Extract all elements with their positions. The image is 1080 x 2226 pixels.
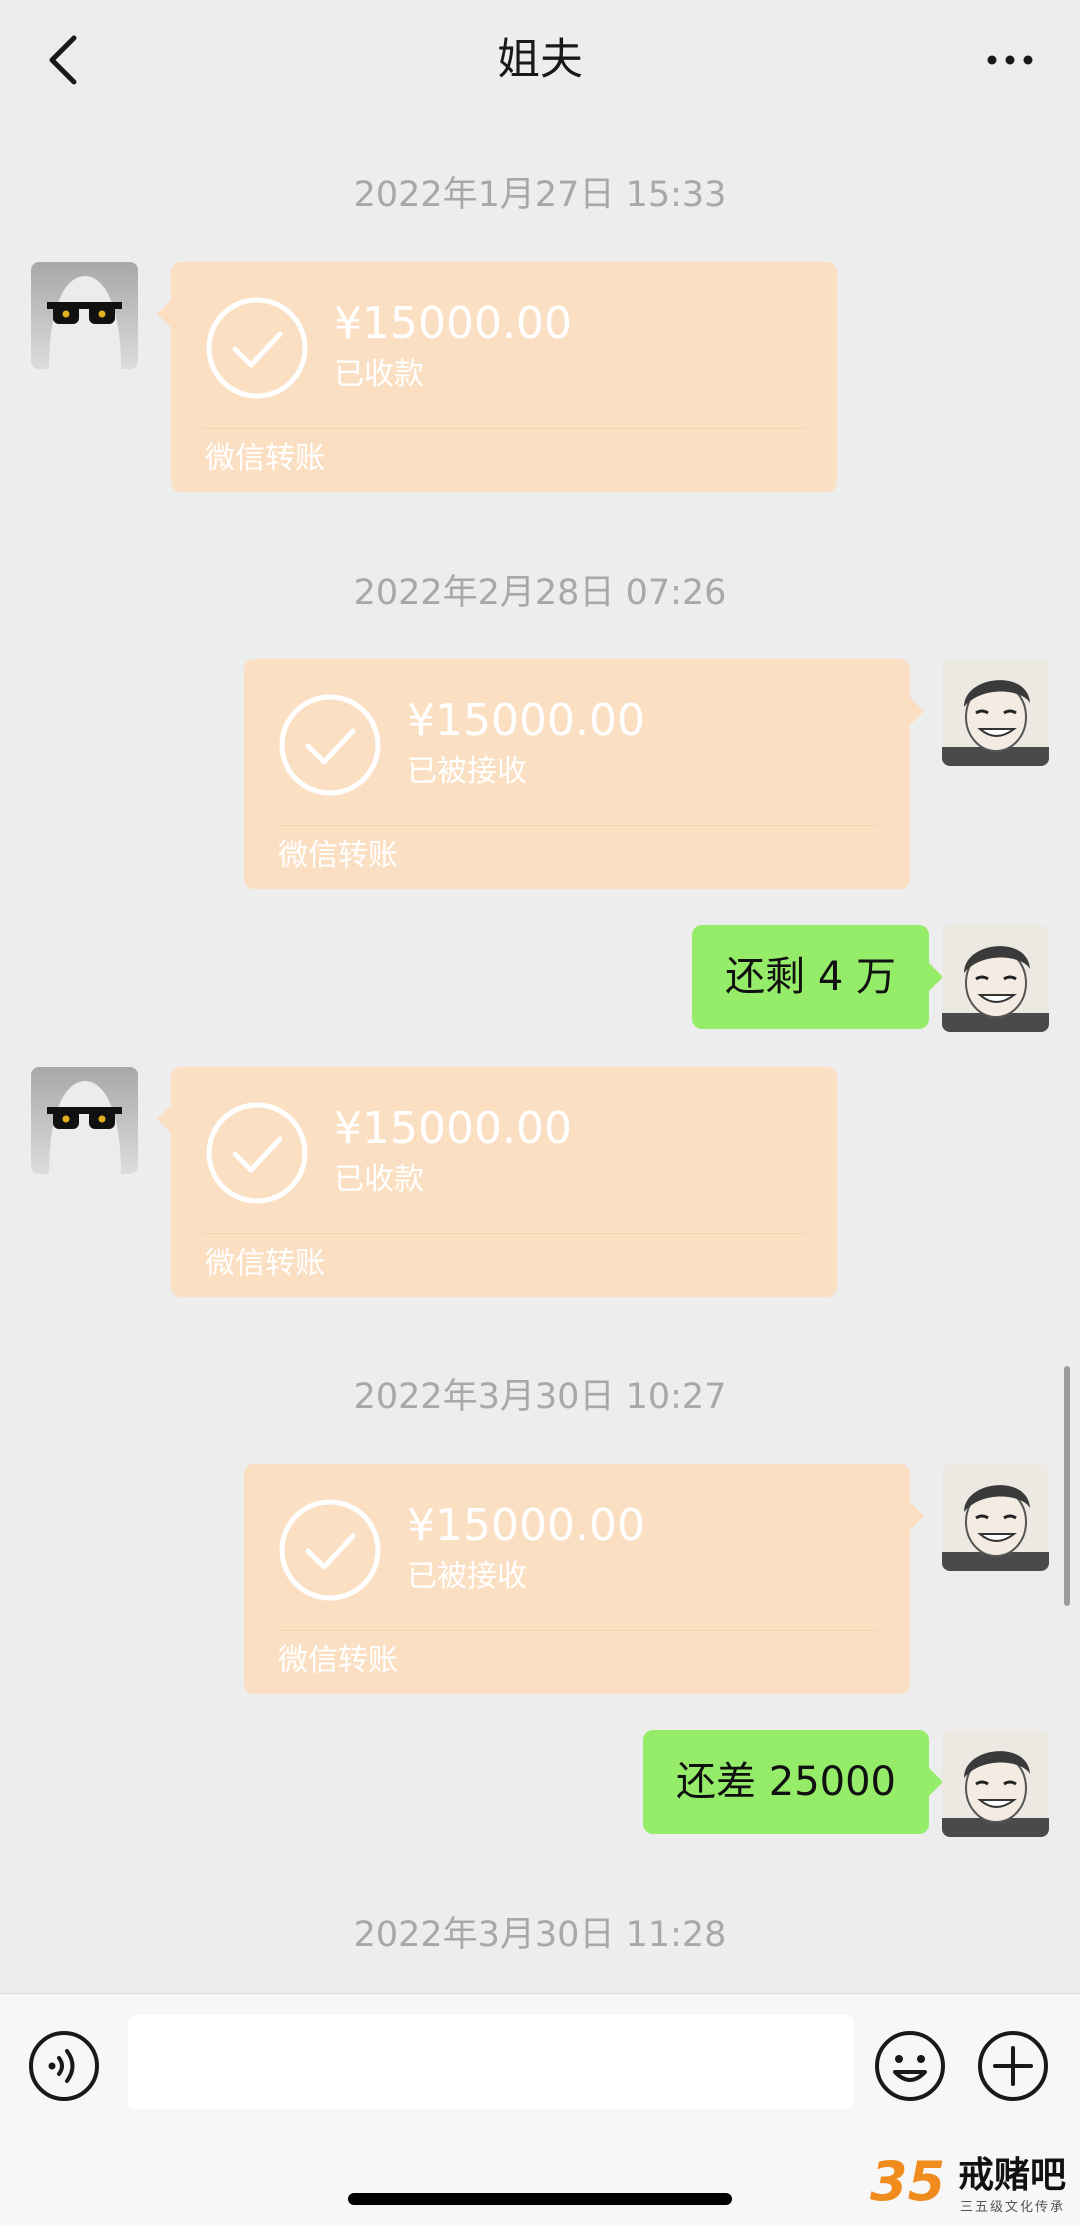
transfer-amount: ¥15000.00: [334, 1103, 572, 1154]
transfer-status: 已被接收: [407, 754, 527, 789]
transfer-card[interactable]: ¥15000.00 已被接收 微信转账: [244, 659, 924, 889]
timestamp: 2022年2月28日 07:26: [353, 573, 727, 613]
transfer-amount: ¥15000.00: [334, 298, 572, 349]
transfer-amount: ¥15000.00: [407, 1500, 645, 1551]
transfer-label: 微信转账: [205, 441, 325, 476]
divider: [203, 428, 805, 429]
transfer-card[interactable]: ¥15000.00 已收款 微信转账: [157, 1067, 837, 1297]
plus-button[interactable]: [977, 2030, 1049, 2102]
timestamp: 2022年3月30日 11:28: [353, 1915, 727, 1955]
emoji-button[interactable]: [874, 2030, 946, 2102]
transfer-amount: ¥15000.00: [407, 695, 645, 746]
my-avatar[interactable]: [942, 659, 1049, 766]
watermark-subtitle: 三五级文化传承: [960, 2200, 1066, 2215]
watermark-number: 35: [870, 2150, 946, 2213]
voice-icon: [29, 2031, 99, 2101]
transfer-status: 已收款: [334, 1162, 424, 1197]
my-avatar[interactable]: [942, 1464, 1049, 1571]
timestamp: 2022年1月27日 15:33: [353, 175, 727, 215]
ghost-sunglasses-icon: [47, 276, 122, 369]
transfer-card[interactable]: ¥15000.00 已被接收 微信转账: [244, 1464, 924, 1694]
divider: [276, 1630, 878, 1631]
chat-title: 姐夫: [497, 35, 583, 85]
my-avatar[interactable]: [942, 1730, 1049, 1837]
transfer-status: 已被接收: [407, 1559, 527, 1594]
watermark-name: 戒赌吧: [958, 2155, 1067, 2196]
scrollbar[interactable]: [1064, 1366, 1070, 1606]
home-indicator[interactable]: [348, 2193, 732, 2205]
message-input[interactable]: [128, 2015, 854, 2109]
check-circle-icon: [206, 297, 308, 399]
text-message[interactable]: 还差 25000: [643, 1730, 943, 1834]
cartoon-man-icon: [942, 1751, 1049, 1837]
cartoon-man-icon: [942, 680, 1049, 766]
transfer-label: 微信转账: [278, 838, 398, 873]
transfer-card[interactable]: ¥15000.00 已收款 微信转账: [157, 262, 837, 492]
more-button[interactable]: [980, 30, 1040, 90]
cartoon-man-icon: [942, 946, 1049, 1032]
contact-avatar[interactable]: [31, 1067, 138, 1174]
ghost-sunglasses-icon: [47, 1081, 122, 1174]
transfer-label: 微信转账: [205, 1246, 325, 1281]
plus-icon: [978, 2031, 1048, 2101]
voice-button[interactable]: [28, 2030, 100, 2102]
check-circle-icon: [206, 1102, 308, 1204]
divider: [276, 825, 878, 826]
divider: [203, 1233, 805, 1234]
check-circle-icon: [279, 694, 381, 796]
contact-avatar[interactable]: [31, 262, 138, 369]
watermark-logo: 35 戒赌吧 三五级文化传承: [870, 2152, 1080, 2225]
my-avatar[interactable]: [942, 925, 1049, 1032]
emoji-icon: [875, 2031, 945, 2101]
top-bar: 姐夫: [0, 0, 1080, 125]
transfer-status: 已收款: [334, 357, 424, 392]
text-message[interactable]: 还剩 4 万: [692, 925, 943, 1029]
transfer-label: 微信转账: [278, 1643, 398, 1678]
timestamp: 2022年3月30日 10:27: [353, 1377, 727, 1417]
more-dots-icon: [987, 55, 1033, 65]
cartoon-man-icon: [942, 1485, 1049, 1571]
check-circle-icon: [279, 1499, 381, 1601]
